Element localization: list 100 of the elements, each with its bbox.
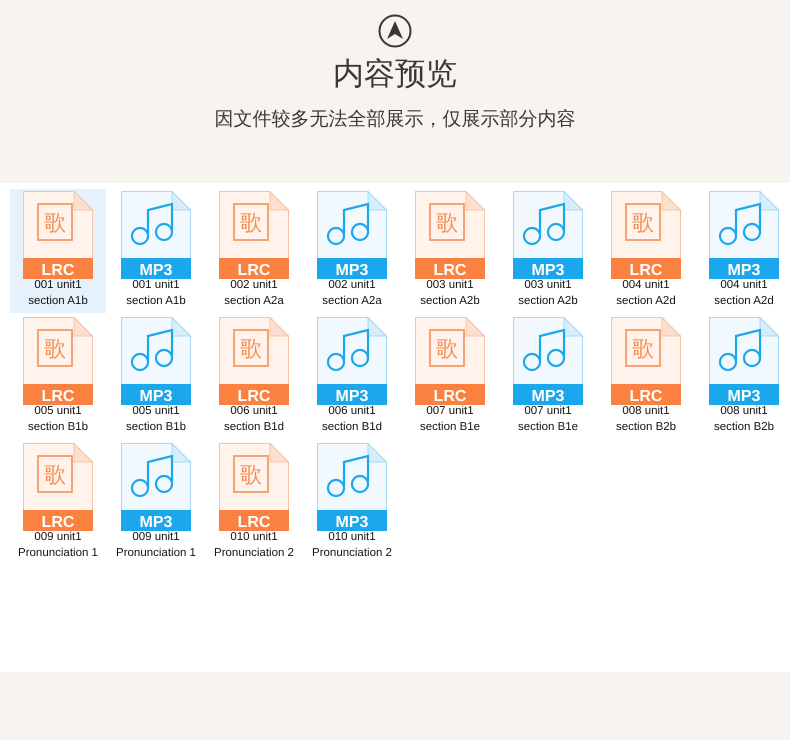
file-name: 001 unit1 <box>34 278 82 293</box>
file-type-label: MP3 <box>728 262 760 279</box>
music-file-icon <box>317 442 388 531</box>
lyrics-glyph: 歌 <box>44 463 66 488</box>
lyrics-file-icon <box>415 316 486 405</box>
file-name: 008 unit1 <box>720 404 768 419</box>
file-item[interactable]: 歌 LRC 006 unit1 section B1d <box>206 315 302 439</box>
file-type-label: LRC <box>238 388 270 405</box>
lyrics-file-icon <box>611 316 682 405</box>
file-item[interactable]: 歌 LRC 004 unit1 section A2d <box>598 189 694 313</box>
music-file-icon <box>709 316 780 405</box>
file-name: 002 unit1 <box>328 278 376 293</box>
file-name: 002 unit1 <box>230 278 278 293</box>
file-item[interactable]: 歌 LRC 001 unit1 section A1b <box>10 189 106 313</box>
lyrics-glyph: 歌 <box>436 337 458 362</box>
file-type-label: LRC <box>238 514 270 531</box>
file-item[interactable]: 歌 LRC 005 unit1 section B1b <box>10 315 106 439</box>
file-type-label: LRC <box>42 262 74 279</box>
file-type-label: MP3 <box>336 262 368 279</box>
file-name: 009 unit1 <box>34 530 82 545</box>
file-name: Pronunciation 2 <box>214 546 294 561</box>
file-name: 004 unit1 <box>622 278 670 293</box>
file-type-label: LRC <box>42 388 74 405</box>
file-type-label: LRC <box>434 388 466 405</box>
file-name: 006 unit1 <box>328 404 376 419</box>
file-name: 001 unit1 <box>132 278 180 293</box>
file-name: section B2b <box>714 420 774 435</box>
file-item[interactable]: MP3 002 unit1 section A2a <box>304 189 400 313</box>
file-item[interactable]: MP3 006 unit1 section B1d <box>304 315 400 439</box>
file-name: section A1b <box>28 294 88 309</box>
file-name: section A2a <box>224 294 284 309</box>
lyrics-file-icon <box>219 190 290 279</box>
lyrics-file-icon <box>23 442 94 531</box>
file-name: 010 unit1 <box>230 530 278 545</box>
file-item[interactable]: 歌 LRC 010 unit1 Pronunciation 2 <box>206 441 302 565</box>
file-name: section B1d <box>322 420 382 435</box>
lyrics-file-icon <box>611 190 682 279</box>
music-file-icon <box>709 190 780 279</box>
file-item[interactable]: MP3 009 unit1 Pronunciation 1 <box>108 441 204 565</box>
file-type-label: LRC <box>238 262 270 279</box>
file-item[interactable]: MP3 005 unit1 section B1b <box>108 315 204 439</box>
music-file-icon <box>121 442 192 531</box>
file-type-label: LRC <box>434 262 466 279</box>
file-item[interactable]: 歌 LRC 007 unit1 section B1e <box>402 315 498 439</box>
file-name: section B1d <box>224 420 284 435</box>
file-name: section A2d <box>714 294 774 309</box>
file-item[interactable]: MP3 008 unit1 section B2b <box>696 315 790 439</box>
file-item[interactable]: MP3 003 unit1 section A2b <box>500 189 596 313</box>
file-name: section B2b <box>616 420 676 435</box>
file-item[interactable]: MP3 004 unit1 section A2d <box>696 189 790 313</box>
file-item[interactable]: MP3 001 unit1 section A1b <box>108 189 204 313</box>
file-item[interactable]: 歌 LRC 009 unit1 Pronunciation 1 <box>10 441 106 565</box>
file-name: section A2d <box>616 294 676 309</box>
file-type-label: LRC <box>630 262 662 279</box>
file-type-label: MP3 <box>532 262 564 279</box>
file-name: section A2b <box>518 294 578 309</box>
file-name: Pronunciation 2 <box>312 546 392 561</box>
file-type-label: MP3 <box>140 514 172 531</box>
lyrics-glyph: 歌 <box>240 463 262 488</box>
lyrics-file-icon <box>23 316 94 405</box>
file-item[interactable]: 歌 LRC 008 unit1 section B2b <box>598 315 694 439</box>
file-type-label: MP3 <box>336 388 368 405</box>
section-subtitle: 因文件较多无法全部展示，仅展示部分内容 <box>214 107 576 132</box>
file-type-label: MP3 <box>728 388 760 405</box>
file-name: 003 unit1 <box>426 278 474 293</box>
lyrics-glyph: 歌 <box>436 211 458 236</box>
file-name: 010 unit1 <box>328 530 376 545</box>
lyrics-glyph: 歌 <box>44 211 66 236</box>
music-file-icon <box>317 316 388 405</box>
file-item[interactable]: MP3 007 unit1 section B1e <box>500 315 596 439</box>
lyrics-file-icon <box>415 190 486 279</box>
file-name: section B1e <box>420 420 480 435</box>
section-title: 内容预览 <box>333 55 457 94</box>
file-name: 008 unit1 <box>622 404 670 419</box>
file-type-label: MP3 <box>532 388 564 405</box>
music-file-icon <box>121 316 192 405</box>
file-name: section B1b <box>28 420 88 435</box>
file-name: 005 unit1 <box>132 404 180 419</box>
file-type-label: MP3 <box>336 514 368 531</box>
file-name: 003 unit1 <box>524 278 572 293</box>
file-name: 006 unit1 <box>230 404 278 419</box>
file-name: section A1b <box>126 294 186 309</box>
file-name: 007 unit1 <box>524 404 572 419</box>
file-type-label: LRC <box>42 514 74 531</box>
lyrics-file-icon <box>23 190 94 279</box>
file-type-label: MP3 <box>140 388 172 405</box>
music-file-icon <box>121 190 192 279</box>
file-name: section A2a <box>322 294 382 309</box>
lyrics-file-icon <box>219 442 290 531</box>
file-name: section B1e <box>518 420 578 435</box>
file-item[interactable]: 歌 LRC 002 unit1 section A2a <box>206 189 302 313</box>
lyrics-glyph: 歌 <box>632 337 654 362</box>
file-item[interactable]: 歌 LRC 003 unit1 section A2b <box>402 189 498 313</box>
file-name: 005 unit1 <box>34 404 82 419</box>
file-name: 007 unit1 <box>426 404 474 419</box>
file-item[interactable]: MP3 010 unit1 Pronunciation 2 <box>304 441 400 565</box>
lyrics-glyph: 歌 <box>240 211 262 236</box>
file-name: section A2b <box>420 294 480 309</box>
file-type-label: LRC <box>630 388 662 405</box>
file-name: 004 unit1 <box>720 278 768 293</box>
